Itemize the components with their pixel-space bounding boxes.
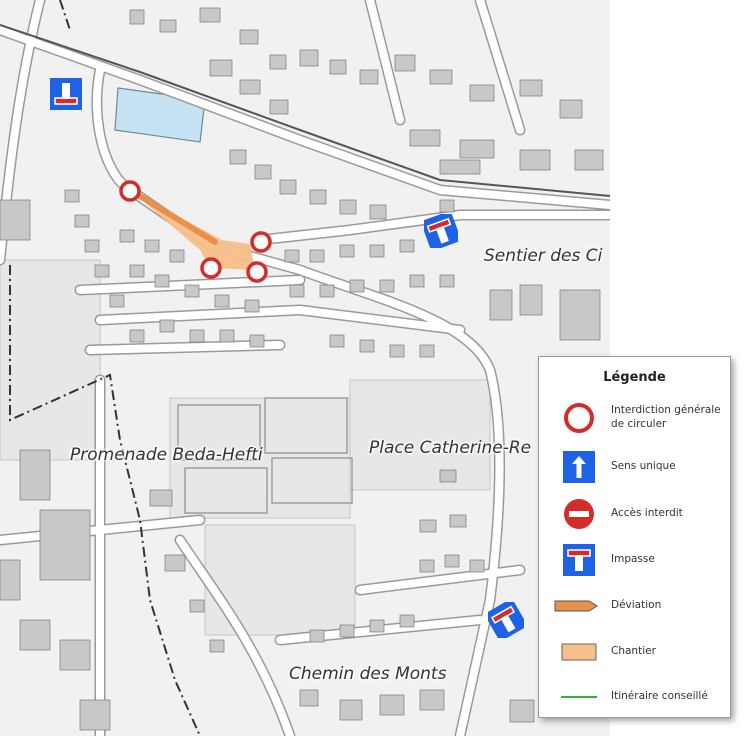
legend-item-general-ban: Interdiction générale de circuler	[539, 398, 730, 438]
road-closure-marker	[200, 257, 222, 279]
legend-title: Légende	[603, 370, 666, 385]
construction-area-icon	[561, 643, 597, 661]
legend-label: Déviation	[611, 599, 662, 612]
dead-end-sign	[424, 214, 458, 248]
legend-panel: Légende Interdiction générale de circule…	[538, 356, 731, 718]
legend-label: Impasse	[611, 553, 655, 566]
legend-item-no-access: Accès interdit	[539, 494, 730, 534]
legend-item-recommended-route: Itinéraire conseillé	[539, 677, 730, 717]
legend-label: Chantier	[611, 645, 656, 658]
legend-label: Itinéraire conseillé	[611, 690, 708, 703]
dead-end-icon	[563, 544, 595, 576]
road-closure-marker	[246, 261, 268, 283]
legend-item-construction: Chantier	[539, 632, 730, 672]
road-closure-marker	[250, 231, 272, 253]
dead-end-sign	[50, 78, 82, 110]
dead-end-sign	[488, 602, 524, 638]
no-entry-circle-icon	[564, 403, 594, 433]
detour-arrow-icon	[554, 600, 598, 612]
street-label-sentier-des-ci: Sentier des Ci	[484, 246, 603, 266]
recommended-route-icon	[561, 696, 597, 698]
legend-label: Sens unique	[611, 460, 676, 473]
legend-label: Interdiction générale de circuler	[611, 404, 721, 430]
legend-item-dead-end: Impasse	[539, 540, 730, 580]
road-closure-marker	[119, 180, 141, 202]
legend-item-detour: Déviation	[539, 586, 730, 626]
legend-label: Accès interdit	[611, 507, 683, 520]
legend-item-one-way: Sens unique	[539, 447, 730, 487]
street-label-promenade-beda-hefti: Promenade Beda-Hefti	[70, 445, 263, 465]
map-area[interactable]: Sentier des Ci Promenade Beda-Hefti Plac…	[0, 0, 610, 736]
one-way-arrow-icon	[563, 451, 595, 483]
street-label-place-catherine: Place Catherine-Re	[369, 438, 532, 458]
no-access-icon	[564, 499, 594, 529]
street-label-chemin-des-monts: Chemin des Monts	[289, 664, 447, 684]
